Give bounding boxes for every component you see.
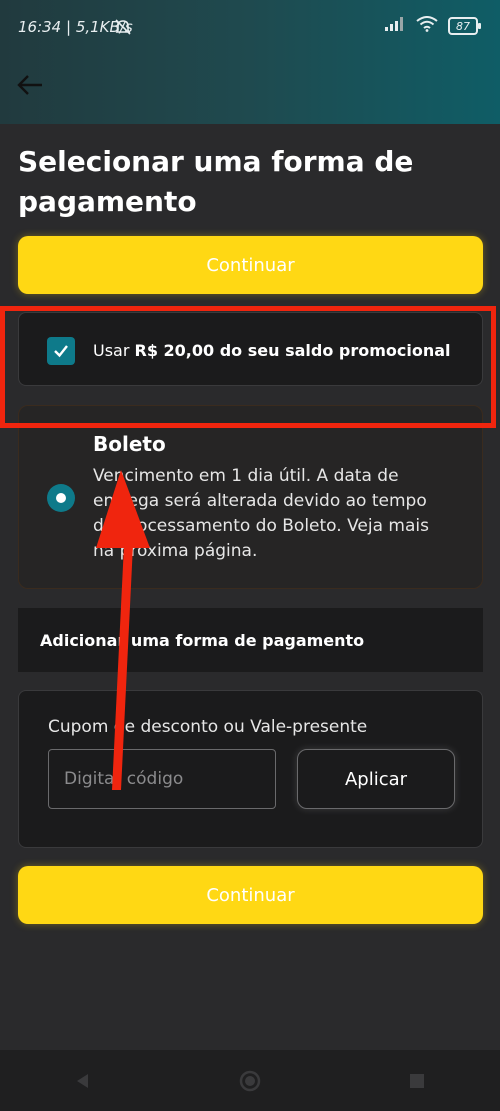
boleto-description: Vencimento em 1 dia útil. A data de entr…: [93, 466, 429, 561]
boleto-radio[interactable]: [47, 484, 75, 512]
signal-icon: [384, 16, 406, 36]
circle-home-icon: [239, 1070, 261, 1091]
boleto-option-card[interactable]: Boleto Vencimento em 1 dia útil. A data …: [18, 405, 483, 589]
triangle-back-icon: [77, 1073, 89, 1088]
nav-back-button[interactable]: [63, 1061, 103, 1101]
coupon-label: Cupom de desconto ou Vale-presente: [48, 717, 368, 737]
status-icons: 87: [384, 16, 481, 36]
coupon-card: Cupom de desconto ou Vale-presente Aplic…: [18, 690, 483, 848]
add-payment-method-label: Adicionar uma forma de pagamento: [40, 630, 365, 650]
nav-home-button[interactable]: [230, 1061, 270, 1101]
mute-icon: [114, 18, 132, 40]
system-nav-bar: [0, 1050, 500, 1111]
battery-icon: 87: [448, 17, 481, 35]
square-recents-icon: [409, 1073, 424, 1088]
continue-button-top[interactable]: Continuar: [18, 236, 483, 294]
apply-coupon-button[interactable]: Aplicar: [297, 749, 455, 809]
page-title: Selecionar uma forma de pagamento: [18, 145, 414, 218]
coupon-code-input[interactable]: [48, 749, 276, 809]
nav-recents-button[interactable]: [397, 1061, 437, 1101]
continue-button-bottom[interactable]: Continuar: [18, 866, 483, 924]
add-payment-method-row[interactable]: Adicionar uma forma de pagamento: [18, 608, 483, 672]
status-bar: 16:34 | 5,1KB/s 87: [0, 0, 500, 62]
wifi-icon: [416, 16, 438, 36]
arrow-left-icon: [17, 75, 42, 95]
app-bar: [0, 62, 500, 124]
back-button[interactable]: [12, 70, 48, 100]
highlight-annotation-box: [0, 306, 496, 428]
boleto-title: Boleto: [93, 432, 166, 456]
